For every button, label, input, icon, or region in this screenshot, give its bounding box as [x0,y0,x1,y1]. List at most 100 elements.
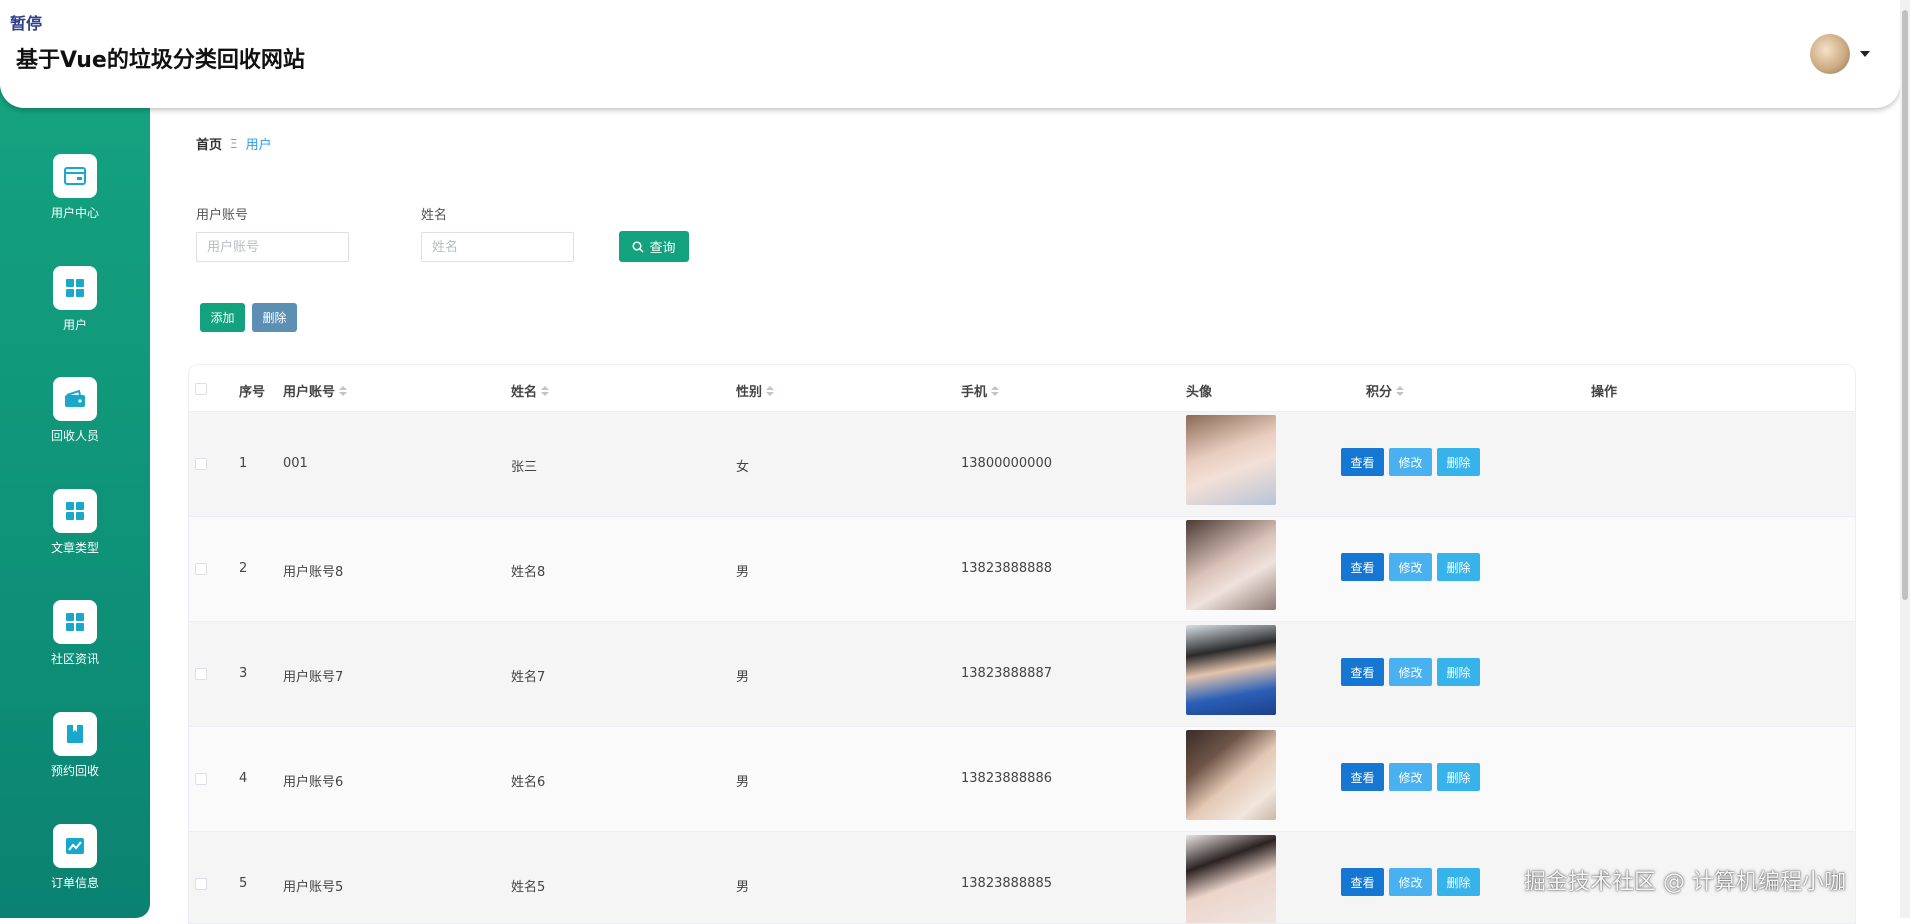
top-header: 暂停 基于Vue的垃圾分类回收网站 [0,0,1900,108]
sidebar-item-article-types[interactable]: 文章类型 [0,489,150,556]
edit-button[interactable]: 修改 [1389,553,1432,581]
delete-button[interactable]: 删除 [1437,448,1480,476]
sidebar-item-label: 回收人员 [50,429,99,443]
vertical-scrollbar[interactable] [1900,0,1910,918]
scrollbar-thumb[interactable] [1902,10,1908,600]
edit-button[interactable]: 修改 [1389,868,1432,896]
column-header-actions: 操作 [1591,385,1618,400]
account-search-input[interactable] [196,232,349,262]
sidebar-item-label: 社区资讯 [50,652,99,666]
avatar-thumbnail [1186,625,1276,715]
sort-icon[interactable] [991,385,1000,396]
sort-icon[interactable] [766,385,775,396]
row-actions: 查看 修改 删除 [1341,658,1480,686]
sidebar-item-label: 预约回收 [50,764,99,778]
cell-gender: 男 [736,565,750,580]
view-button[interactable]: 查看 [1341,658,1384,686]
row-checkbox[interactable] [195,668,207,680]
edit-button[interactable]: 修改 [1389,448,1432,476]
watermark: 掘金技术社区 @ 计算机编程小咖 [1524,870,1846,895]
avatar-thumbnail [1186,730,1276,820]
sort-icon[interactable] [541,385,550,396]
sidebar-item-recyclers[interactable]: 回收人员 [0,377,150,444]
row-checkbox[interactable] [195,878,207,890]
caret-down-icon[interactable] [1860,51,1870,57]
sort-icon[interactable] [1396,385,1405,396]
cell-phone: 13823888887 [961,666,1052,681]
cell-phone: 13823888888 [961,561,1052,576]
sidebar-item-user-center[interactable]: 用户中心 [0,154,150,221]
user-menu[interactable] [1810,34,1870,74]
cell-account: 用户账号7 [283,670,344,685]
column-header-index: 序号 [239,385,266,400]
cell-gender: 女 [736,460,750,475]
sidebar-item-appointments[interactable]: 预约回收 [0,712,150,779]
card-icon [53,154,97,198]
search-icon [632,240,645,253]
grid-icon [53,489,97,533]
view-button[interactable]: 查看 [1341,868,1384,896]
table-header: 序号 用户账号 姓名 性别 手机 头像 积分 操作 [189,365,1855,412]
row-checkbox[interactable] [195,458,207,470]
sidebar-item-users[interactable]: 用户 [0,266,150,333]
account-label: 用户账号 [196,208,249,223]
sidebar-item-community-news[interactable]: 社区资讯 [0,600,150,667]
edit-button[interactable]: 修改 [1389,763,1432,791]
cell-index: 1 [239,456,248,471]
book-icon [53,712,97,756]
view-button[interactable]: 查看 [1341,763,1384,791]
main-content: 首页 Ξ 用户 用户账号 姓名 查询 添加 删除 序号 用户账号 姓名 性别 手… [150,108,1900,924]
users-table: 序号 用户账号 姓名 性别 手机 头像 积分 操作 1 001 张三 女 138… [188,364,1856,924]
avatar[interactable] [1810,34,1850,74]
cell-index: 5 [239,876,248,891]
row-checkbox[interactable] [195,773,207,785]
column-header-phone[interactable]: 手机 [961,381,1000,400]
wallet-icon [53,377,97,421]
select-all-checkbox[interactable] [195,383,207,395]
table-row: 1 001 张三 女 13800000000 3 查看 修改 删除 [189,412,1855,517]
delete-button[interactable]: 删除 [1437,763,1480,791]
table-row: 3 用户账号7 姓名7 男 13823888887 7 查看 修改 删除 [189,622,1855,727]
cell-index: 2 [239,561,248,576]
column-header-points[interactable]: 积分 [1366,381,1405,400]
table-row: 4 用户账号6 姓名6 男 13823888886 6 查看 修改 删除 [189,727,1855,832]
cell-phone: 13823888885 [961,876,1052,891]
cell-index: 3 [239,666,248,681]
edit-button[interactable]: 修改 [1389,658,1432,686]
search-button-label: 查询 [649,241,676,256]
add-button[interactable]: 添加 [200,303,245,332]
column-header-avatar: 头像 [1186,385,1213,400]
delete-button[interactable]: 删除 [1437,658,1480,686]
cell-index: 4 [239,771,248,786]
cell-name: 姓名5 [511,880,546,895]
delete-button[interactable]: 删除 [1437,553,1480,581]
sidebar-item-label: 文章类型 [50,541,99,555]
site-title: 基于Vue的垃圾分类回收网站 [16,48,305,73]
batch-delete-button[interactable]: 删除 [252,303,297,332]
name-search-input[interactable] [421,232,574,262]
cell-name: 张三 [511,460,538,475]
column-header-account[interactable]: 用户账号 [283,381,348,400]
table-row: 2 用户账号8 姓名8 男 13823888888 8 查看 修改 删除 [189,517,1855,622]
sort-icon[interactable] [339,385,348,396]
avatar-thumbnail [1186,520,1276,610]
grid-icon [53,600,97,644]
view-button[interactable]: 查看 [1341,448,1384,476]
column-header-gender[interactable]: 性别 [736,381,775,400]
pause-tag: 暂停 [10,14,43,33]
delete-button[interactable]: 删除 [1437,868,1480,896]
column-header-name[interactable]: 姓名 [511,381,550,400]
breadcrumb-separator-icon: Ξ [230,136,238,151]
search-button[interactable]: 查询 [619,231,689,262]
cell-phone: 13823888886 [961,771,1052,786]
sidebar: 用户中心 用户 回收人员 文章类型 社区资讯 预约回收 订单信息 [0,80,150,918]
breadcrumb-home[interactable]: 首页 [196,134,222,153]
cell-gender: 男 [736,880,750,895]
breadcrumb: 首页 Ξ 用户 [196,134,272,154]
avatar-thumbnail [1186,415,1276,505]
row-checkbox[interactable] [195,563,207,575]
sidebar-item-label: 订单信息 [50,876,99,890]
view-button[interactable]: 查看 [1341,553,1384,581]
sidebar-item-orders[interactable]: 订单信息 [0,824,150,891]
row-actions: 查看 修改 删除 [1341,763,1480,791]
